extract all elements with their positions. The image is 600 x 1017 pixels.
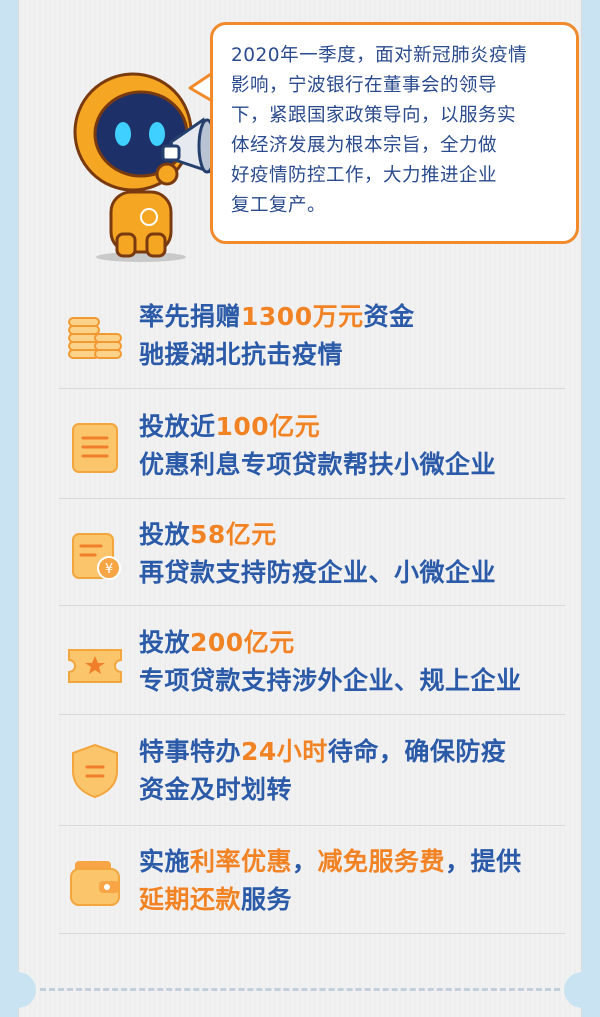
- item-text: 投放: [139, 520, 191, 549]
- item-text: 投放: [139, 628, 191, 657]
- item-highlight: 24小时: [241, 737, 328, 766]
- coins-icon: [68, 317, 122, 359]
- intro-line: 复工复产。: [231, 195, 327, 216]
- item-text: 服务: [241, 885, 293, 914]
- item-text: 资金及时划转: [139, 775, 293, 804]
- intro-line: 体经济发展为根本宗旨，全力做: [231, 135, 498, 156]
- item-text: ，提供: [445, 847, 522, 876]
- ticket-icon: [68, 649, 122, 683]
- dashed-perforation: [40, 988, 560, 991]
- divider: [59, 714, 565, 715]
- item-text: 再贷款支持防疫企业、小微企业: [139, 558, 497, 587]
- content-card: 2020年一季度，面对新冠肺炎疫情 影响，宁波银行在董事会的领导 下，紧跟国家政…: [18, 0, 582, 1017]
- shield-icon: [72, 743, 118, 799]
- item-highlight: 延期还款: [139, 885, 242, 914]
- document-icon: [72, 423, 118, 473]
- item-highlight: 100亿元: [215, 412, 321, 441]
- item-highlight: 减免服务费: [317, 847, 446, 876]
- item-text: 特事特办: [139, 737, 242, 766]
- item-text: 优惠利息专项贷款帮扶小微企业: [139, 450, 497, 479]
- wallet-icon: [70, 861, 120, 906]
- divider: [59, 825, 565, 826]
- divider: [59, 388, 565, 389]
- item-text: ，: [292, 847, 318, 876]
- item-highlight: 利率优惠: [190, 847, 293, 876]
- divider: [59, 605, 565, 606]
- divider: [59, 933, 565, 934]
- item-text: 专项贷款支持涉外企业、规上企业: [139, 666, 522, 695]
- item-text: 资金: [363, 302, 415, 331]
- item-highlight: 200亿元: [190, 628, 295, 657]
- item-text: 实施: [139, 847, 191, 876]
- intro-line: 影响，宁波银行在董事会的领导: [231, 75, 498, 96]
- ticket-notch-left: [0, 972, 36, 1008]
- item-text: 驰援湖北抗击疫情: [139, 340, 344, 369]
- item-text: 待命，确保防疫: [327, 737, 507, 766]
- intro-line: 好疫情防控工作，大力推进企业: [231, 165, 498, 186]
- intro-line: 下，紧跟国家政策导向，以服务实: [231, 105, 517, 126]
- divider: [59, 498, 565, 499]
- item-highlight: 58亿元: [190, 520, 277, 549]
- intro-speech-bubble: 2020年一季度，面对新冠肺炎疫情 影响，宁波银行在董事会的领导 下，紧跟国家政…: [210, 22, 579, 244]
- intro-line: 2020年一季度，面对新冠肺炎疫情: [231, 45, 528, 66]
- svg-text:¥: ¥: [105, 562, 113, 577]
- item-text: 率先捐赠: [139, 302, 242, 331]
- ticket-notch-right: [564, 972, 600, 1008]
- item-highlight: 1300万元: [241, 302, 364, 331]
- item-text: 投放近: [139, 412, 216, 441]
- loan-card-icon: ¥: [72, 533, 121, 580]
